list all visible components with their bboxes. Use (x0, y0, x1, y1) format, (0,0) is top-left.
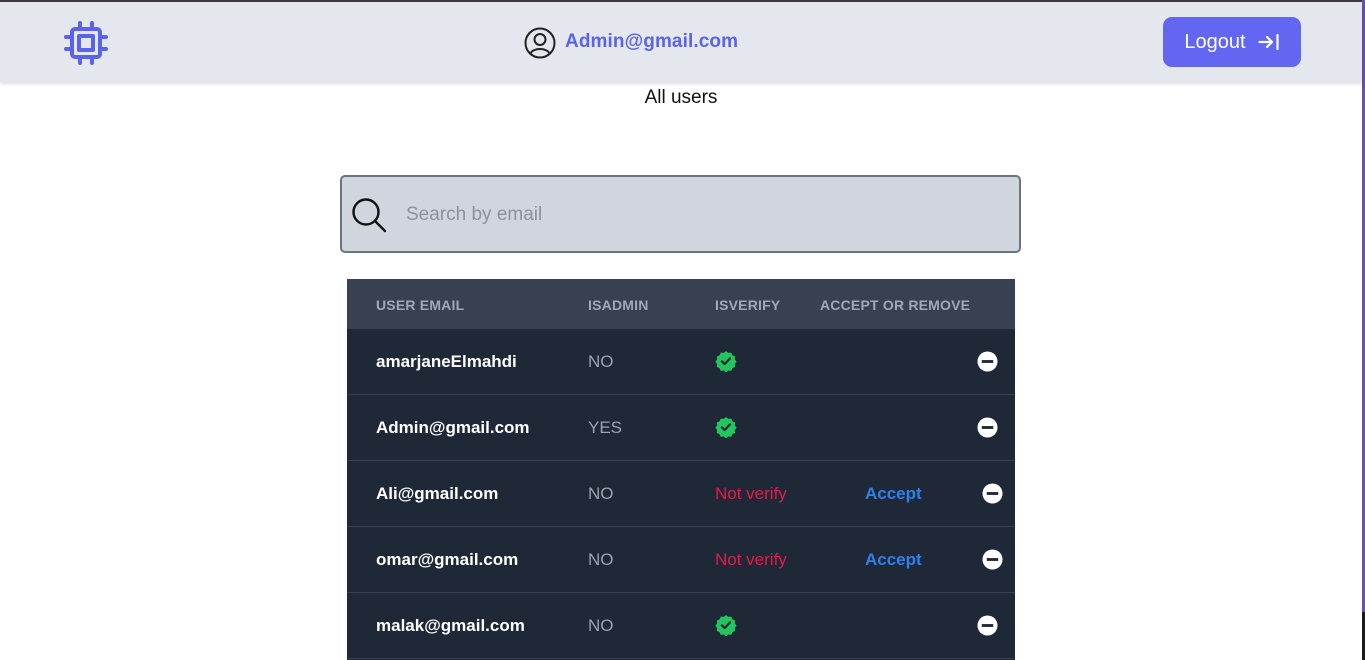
table-header: USER EMAIL ISADMIN ISVERIFY ACCEPT OR RE… (347, 279, 1015, 329)
column-header-isverify: ISVERIFY (715, 297, 781, 313)
minus-circle-icon[interactable] (977, 351, 998, 372)
table-row: omar@gmail.com NO Not verify Accept (347, 527, 1015, 593)
search-box (340, 175, 1021, 253)
isadmin-cell: NO (588, 550, 614, 569)
column-header-user-email: USER EMAIL (376, 297, 465, 313)
minus-circle-icon[interactable] (982, 549, 1003, 570)
page-title: All users (644, 87, 718, 108)
isadmin-cell: YES (588, 418, 623, 437)
logout-button[interactable]: Logout (1163, 17, 1301, 67)
isadmin-cell: NO (588, 352, 614, 371)
user-email-cell: Admin@gmail.com (376, 418, 530, 437)
table-row: Admin@gmail.com YES (347, 395, 1015, 461)
search-input[interactable] (404, 197, 998, 233)
minus-circle-icon[interactable] (977, 615, 998, 636)
not-verify-status: Not verify (715, 484, 787, 503)
accept-button[interactable]: Accept (865, 550, 922, 570)
logout-label: Logout (1184, 30, 1246, 53)
current-user-email: Admin@gmail.com (565, 31, 739, 52)
user-email-cell: malak@gmail.com (376, 616, 525, 635)
column-header-accept-or-remove: ACCEPT OR REMOVE (820, 297, 971, 313)
minus-circle-icon[interactable] (982, 483, 1003, 504)
cpu-chip-icon[interactable] (64, 21, 108, 65)
verified-badge-icon (715, 351, 737, 372)
verified-badge-icon (715, 615, 737, 636)
user-circle-icon (524, 27, 556, 59)
minus-circle-icon[interactable] (977, 417, 998, 438)
table-row: amarjaneElmahdi NO (347, 329, 1015, 395)
accept-button[interactable]: Accept (865, 484, 922, 504)
users-table: USER EMAIL ISADMIN ISVERIFY ACCEPT OR RE… (347, 279, 1015, 660)
isadmin-cell: NO (588, 484, 614, 503)
table-row: malak@gmail.com NO (347, 593, 1015, 659)
top-navbar: Admin@gmail.com Logout (0, 2, 1362, 82)
isadmin-cell: NO (588, 616, 614, 635)
verified-badge-icon (715, 417, 737, 438)
user-email-cell: amarjaneElmahdi (376, 352, 517, 371)
table-row: Ali@gmail.com NO Not verify Accept (347, 461, 1015, 527)
user-email-cell: Ali@gmail.com (376, 484, 499, 503)
not-verify-status: Not verify (715, 550, 787, 569)
column-header-isadmin: ISADMIN (588, 297, 649, 313)
user-email-cell: omar@gmail.com (376, 550, 519, 569)
magnifier-icon (352, 198, 387, 233)
arrow-right-to-bar-icon (1257, 33, 1279, 51)
